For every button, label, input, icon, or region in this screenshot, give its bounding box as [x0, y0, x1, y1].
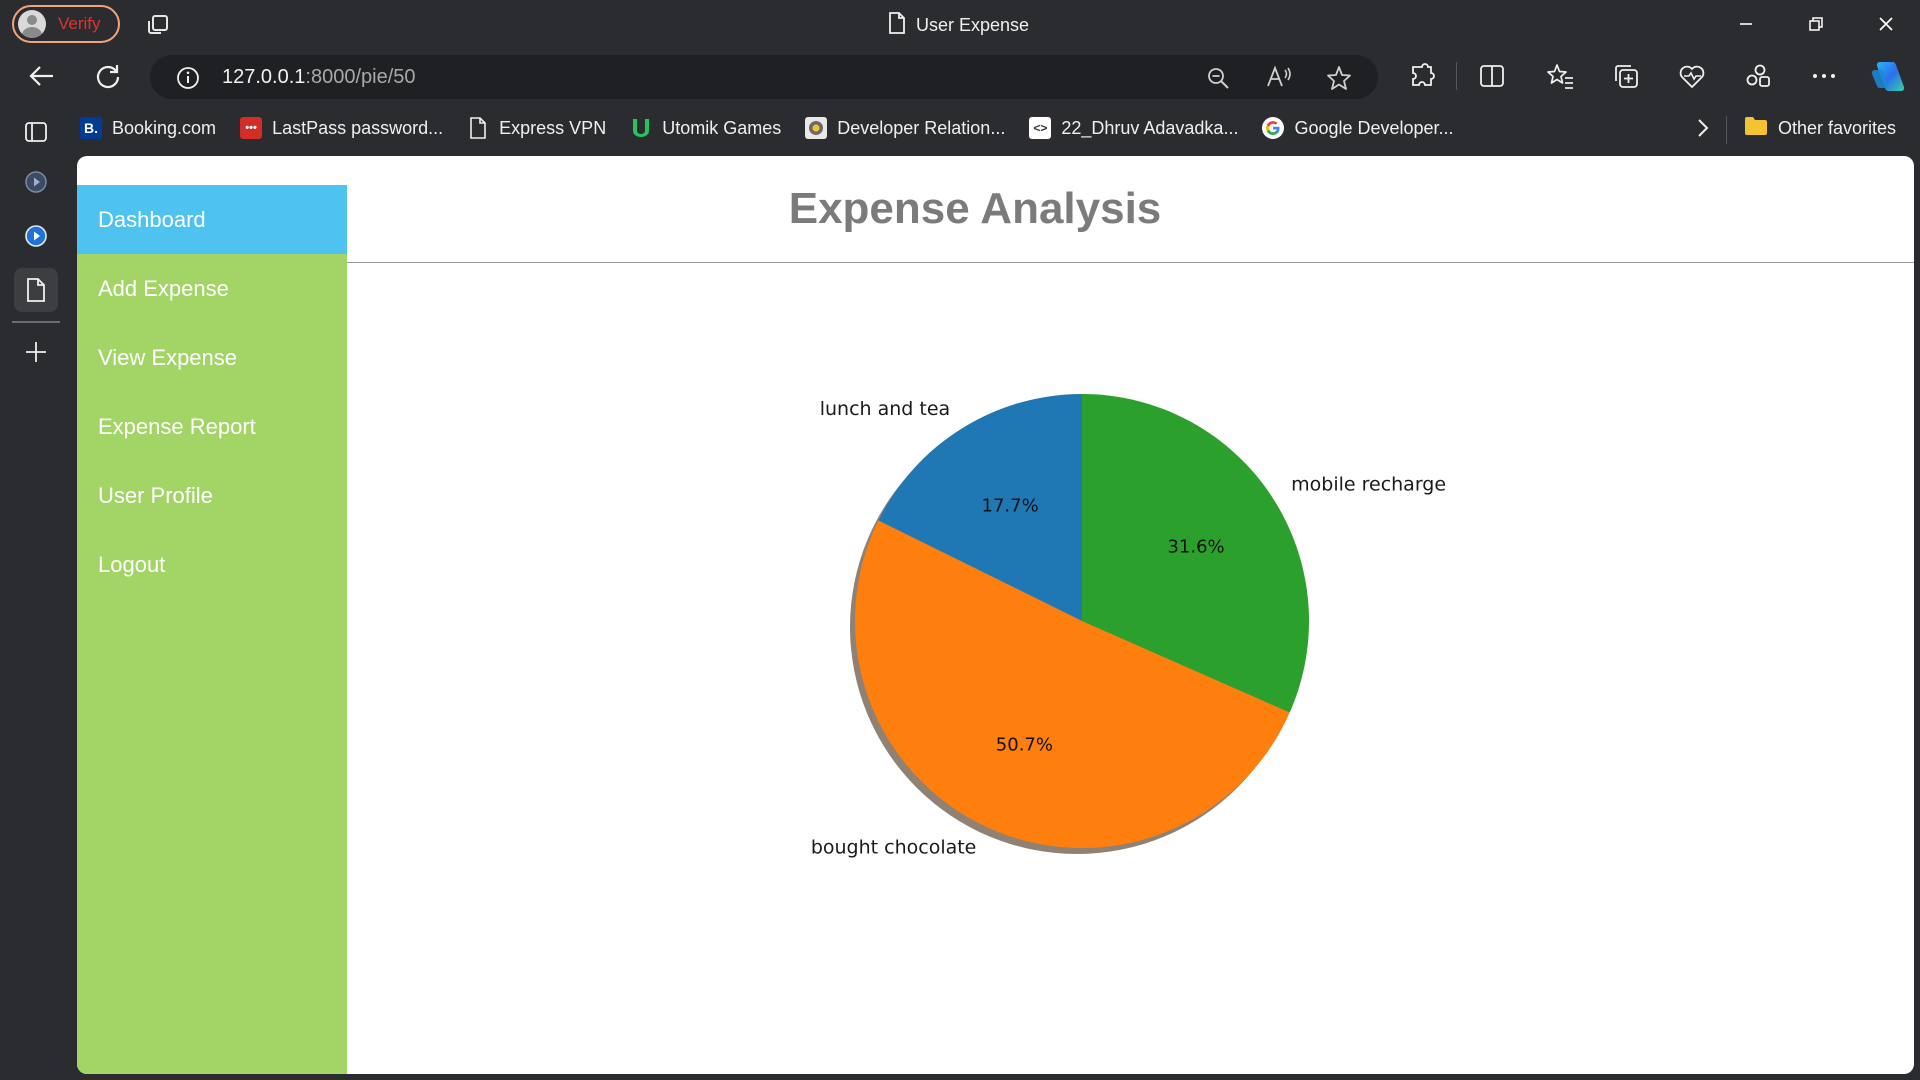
title-bar: Verify User Expense: [0, 0, 1920, 50]
pie-category-label: mobile recharge: [1291, 474, 1446, 496]
sidebar-item-expense-report[interactable]: Expense Report: [77, 392, 347, 461]
favorite-google-developer[interactable]: Google Developer...: [1262, 117, 1454, 139]
code-icon: <>: [1029, 117, 1052, 139]
favorite-developer-relations[interactable]: Developer Relation...: [805, 117, 1005, 139]
refresh-button[interactable]: [88, 56, 128, 96]
tab-actions-icon[interactable]: [144, 12, 172, 38]
sidebar-item-user-profile[interactable]: User Profile: [77, 461, 347, 530]
back-button[interactable]: [22, 56, 62, 96]
split-screen-icon[interactable]: [1472, 56, 1512, 96]
toolbar-divider: [1456, 62, 1457, 90]
other-favorites[interactable]: Other favorites: [1744, 116, 1896, 141]
developer-relations-icon: [805, 117, 828, 139]
favorites-bar: B. Booking.com ••• LastPass password... …: [80, 110, 1478, 146]
profile-button[interactable]: Verify: [12, 5, 120, 43]
favorite-label: Booking.com: [112, 117, 217, 138]
favorite-utomik[interactable]: Utomik Games: [630, 117, 781, 139]
media-tab-icon[interactable]: [14, 160, 58, 204]
booking-icon: B.: [80, 117, 102, 139]
page-title: Expense Analysis: [788, 184, 1162, 233]
profile-label: Verify: [58, 14, 101, 33]
pie-chart-svg: 17.7% lunch and tea 50.7% bought chocolate 3…: [811, 394, 1446, 858]
expense-pie-chart: 17.7% lunch and tea 50.7% bought chocolate 3…: [347, 263, 1914, 1074]
restore-button[interactable]: [1798, 8, 1834, 40]
extensions-icon[interactable]: [1402, 56, 1442, 96]
favorite-label: Google Developer...: [1294, 117, 1454, 138]
pie-percent-label: 50.7%: [996, 734, 1053, 755]
favorite-label: Developer Relation...: [837, 117, 1006, 138]
page-icon: [467, 117, 489, 139]
pie-percent-label: 17.7%: [982, 495, 1039, 516]
close-button[interactable]: [1868, 8, 1904, 40]
pie-category-label: lunch and tea: [820, 398, 950, 420]
sidebar: Dashboard Add Expense View Expense Expen…: [77, 185, 347, 1074]
browser-essentials-icon[interactable]: [1672, 56, 1712, 96]
folder-icon: [1744, 116, 1768, 141]
workspaces-icon[interactable]: [1738, 56, 1778, 96]
window-title-text: User Expense: [916, 14, 1030, 35]
favorite-label: LastPass password...: [272, 117, 444, 138]
favorites-divider: [1726, 116, 1727, 144]
lastpass-icon: •••: [240, 117, 263, 139]
chevron-right-icon[interactable]: [1683, 108, 1723, 148]
favorite-label: Express VPN: [499, 117, 607, 138]
pie-percent-label: 31.6%: [1167, 537, 1224, 558]
utomik-icon: [630, 117, 652, 139]
address-bar[interactable]: 127.0.0.1:8000/pie/50: [150, 55, 1378, 99]
play-tab-icon[interactable]: [14, 214, 58, 258]
minimize-button[interactable]: [1728, 8, 1764, 40]
active-tab-icon[interactable]: [14, 268, 58, 312]
collections-icon[interactable]: [1606, 56, 1646, 96]
favorite-booking[interactable]: B. Booking.com: [80, 117, 216, 139]
window-title: User Expense: [888, 11, 1030, 39]
page-icon: [888, 11, 906, 39]
url-host: 127.0.0.1: [222, 66, 306, 88]
page-viewport: Dashboard Add Expense View Expense Expen…: [77, 156, 1914, 1074]
new-tab-plus-icon[interactable]: [14, 330, 58, 374]
favorite-label: Utomik Games: [662, 117, 782, 138]
url-path: :8000/pie/50: [305, 66, 416, 88]
url-text[interactable]: 127.0.0.1:8000/pie/50: [222, 66, 416, 89]
read-aloud-icon[interactable]: [1266, 65, 1292, 94]
sidebar-item-view-expense[interactable]: View Expense: [77, 323, 347, 392]
favorite-dhruv[interactable]: <> 22_Dhruv Adavadka...: [1029, 117, 1238, 139]
favorites-icon[interactable]: [1540, 56, 1580, 96]
site-info-icon[interactable]: [176, 66, 200, 95]
avatar: [18, 10, 46, 38]
favorite-star-icon[interactable]: [1326, 65, 1352, 96]
favorite-label: 22_Dhruv Adavadka...: [1061, 117, 1239, 138]
more-menu-icon[interactable]: [1804, 56, 1844, 96]
zoom-icon[interactable]: [1206, 66, 1230, 95]
sidebar-item-add-expense[interactable]: Add Expense: [77, 254, 347, 323]
favorite-lastpass[interactable]: ••• LastPass password...: [240, 117, 443, 139]
tab-panel-icon[interactable]: [14, 110, 58, 154]
favorite-express-vpn[interactable]: Express VPN: [467, 117, 606, 139]
copilot-icon[interactable]: [1868, 56, 1908, 96]
pie-category-label: bought chocolate: [811, 836, 977, 858]
other-favorites-label: Other favorites: [1778, 118, 1897, 138]
google-icon: [1262, 117, 1285, 139]
sidebar-item-logout[interactable]: Logout: [77, 530, 347, 599]
sidebar-item-dashboard[interactable]: Dashboard: [77, 185, 347, 254]
rail-divider: [12, 321, 60, 323]
